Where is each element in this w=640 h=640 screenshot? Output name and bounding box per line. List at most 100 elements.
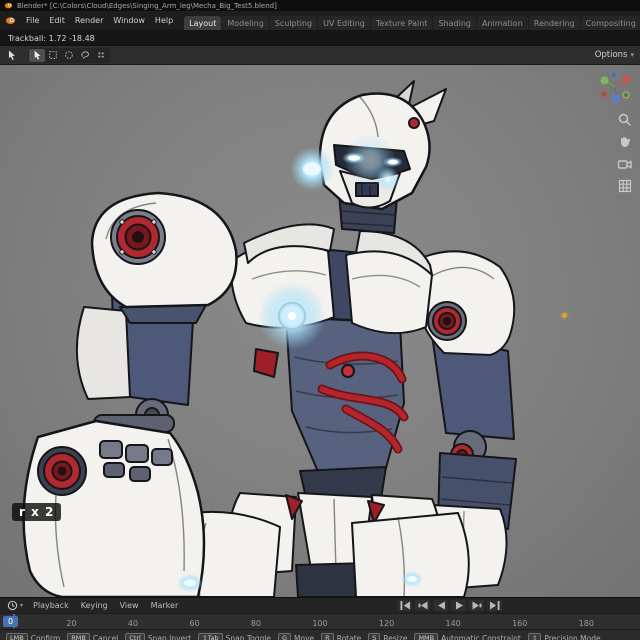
- workspace-tab-shading[interactable]: Shading: [433, 16, 476, 30]
- prev-keyframe-icon: [418, 601, 427, 610]
- jump-to-end-icon: [489, 601, 499, 610]
- zoom-icon: [618, 113, 631, 126]
- blender-window: Blender* [C:\Colors\Cloud\Edges\Singing_…: [0, 0, 640, 640]
- frame-tick: 40: [127, 619, 139, 628]
- workspace-tab-layout[interactable]: Layout: [184, 16, 222, 30]
- operator-status-text: Trackball: 1.72 -18.48: [8, 33, 95, 43]
- keycast-badge: r x 2: [12, 503, 62, 521]
- pan-button[interactable]: [616, 133, 633, 150]
- current-frame-badge[interactable]: 0: [3, 616, 19, 627]
- workspace-tab-rendering[interactable]: Rendering: [528, 16, 580, 30]
- key-r-icon: R: [321, 633, 334, 640]
- hint-label: Automatic Constraint: [441, 634, 521, 640]
- timeline-menu-keying[interactable]: Keying: [76, 601, 113, 610]
- play-reverse-icon: [437, 601, 445, 610]
- hint-label: Cancel: [92, 634, 119, 640]
- frame-tick: 140: [445, 619, 461, 628]
- frame-tick: 120: [378, 619, 395, 628]
- select-circle-icon: [65, 51, 73, 59]
- frame-tick: 100: [312, 619, 328, 628]
- key-g-icon: G: [278, 633, 292, 640]
- axis-gizmo-icon: [600, 71, 631, 103]
- timeline-ruler[interactable]: 0 0 20 40 60 80 100 120 140 160 180: [0, 613, 640, 629]
- select-lasso-icon: [81, 51, 89, 59]
- scene-marker-dot: [562, 313, 567, 318]
- camera-view-button[interactable]: [616, 155, 633, 172]
- hint-resize: S Resize: [368, 633, 407, 640]
- mouse-middle-icon: MMB: [414, 633, 439, 640]
- menu-help[interactable]: Help: [150, 11, 178, 30]
- play-icon: [455, 601, 463, 610]
- clock-icon: [7, 600, 18, 611]
- window-titlebar: Blender* [C:\Colors\Cloud\Edges\Singing_…: [0, 0, 640, 11]
- mode-button-select-circle[interactable]: [61, 49, 77, 62]
- camera-view-icon: [617, 159, 632, 169]
- topbar: File Edit Render Window Help Layout Mode…: [0, 11, 640, 31]
- mode-button-group: [28, 47, 110, 63]
- hint-automatic-constraint: MMB Automatic Constraint: [414, 633, 521, 640]
- viewport-side-buttons: [616, 111, 633, 194]
- blender-menu-button[interactable]: [0, 11, 21, 30]
- mode-button-select-box[interactable]: [45, 49, 61, 62]
- mode-button-extra[interactable]: [93, 49, 109, 62]
- workspace-tab-uv-editing[interactable]: UV Editing: [318, 16, 370, 30]
- select-box-icon: [49, 51, 57, 59]
- tweak-cursor-icon: [34, 50, 40, 60]
- jump-to-start-button[interactable]: [397, 600, 412, 611]
- frame-tick: 180: [578, 619, 594, 628]
- frame-tick: 60: [189, 619, 200, 628]
- projection-grid-icon: [618, 179, 631, 192]
- jump-to-end-button[interactable]: [487, 600, 502, 611]
- hint-label: Move: [294, 634, 315, 640]
- key-shift-icon: ⇧: [527, 633, 542, 640]
- frame-tick: 160: [512, 619, 528, 628]
- menu-render[interactable]: Render: [70, 11, 108, 30]
- next-keyframe-button[interactable]: [469, 600, 484, 611]
- hint-confirm: LMB Confirm: [6, 633, 60, 640]
- play-button[interactable]: [451, 600, 466, 611]
- jump-to-start-icon: [400, 601, 410, 610]
- workspace-tab-compositing[interactable]: Compositing: [580, 16, 640, 30]
- hint-label: Confirm: [30, 634, 61, 640]
- viewport-header: Options ▾: [0, 46, 640, 65]
- menu-window[interactable]: Window: [108, 11, 150, 30]
- status-bar: LMB Confirm RMB Cancel Ctrl Snap Invert …: [0, 629, 640, 640]
- mecha-render: [22, 80, 517, 597]
- hint-precision-mode: ⇧ Precision Mode: [527, 633, 601, 640]
- active-tool-button[interactable]: [4, 48, 20, 62]
- cursor-arrow-icon: [8, 49, 16, 61]
- key-s-icon: S: [368, 633, 381, 640]
- dots-grid-icon: [98, 52, 104, 58]
- menu-edit[interactable]: Edit: [44, 11, 70, 30]
- options-dropdown[interactable]: Options ▾: [595, 46, 634, 64]
- timeline-menu-marker[interactable]: Marker: [146, 601, 184, 610]
- timeline-menu-view[interactable]: View: [115, 601, 144, 610]
- hint-rotate: R Rotate: [321, 633, 361, 640]
- workspace-tab-texture-paint[interactable]: Texture Paint: [370, 16, 433, 30]
- timeline-menu-playback[interactable]: Playback: [28, 601, 74, 610]
- workspace-tab-animation[interactable]: Animation: [476, 16, 528, 30]
- operator-status-bar: Trackball: 1.72 -18.48: [0, 31, 640, 46]
- timeline-header: ▾ Playback Keying View Marker: [0, 597, 640, 613]
- mouse-right-icon: RMB: [67, 633, 90, 640]
- play-reverse-button[interactable]: [433, 600, 448, 611]
- menu-file[interactable]: File: [21, 11, 44, 30]
- chevron-down-icon: ▾: [20, 602, 24, 609]
- mode-button-object[interactable]: [29, 48, 45, 62]
- timeline-editor-type-button[interactable]: ▾: [4, 600, 26, 611]
- viewport-3d[interactable]: r x 2: [0, 65, 640, 597]
- chevron-down-icon: ▾: [630, 51, 634, 59]
- hint-label: Precision Mode: [544, 634, 601, 640]
- key-shift-tab-icon: ⇧Tab: [198, 633, 223, 640]
- workspace-tab-modeling[interactable]: Modeling: [222, 16, 269, 30]
- hint-label: Snap Toggle: [225, 634, 271, 640]
- hint-move: G Move: [278, 633, 314, 640]
- window-title: Blender* [C:\Colors\Cloud\Edges\Singing_…: [17, 1, 277, 10]
- prev-keyframe-button[interactable]: [415, 600, 430, 611]
- navigation-gizmo[interactable]: [598, 70, 632, 104]
- hint-cancel: RMB Cancel: [67, 633, 118, 640]
- projection-toggle-button[interactable]: [616, 177, 633, 194]
- mode-button-select-lasso[interactable]: [77, 49, 93, 62]
- workspace-tab-sculpting[interactable]: Sculpting: [269, 16, 318, 30]
- zoom-button[interactable]: [616, 111, 633, 128]
